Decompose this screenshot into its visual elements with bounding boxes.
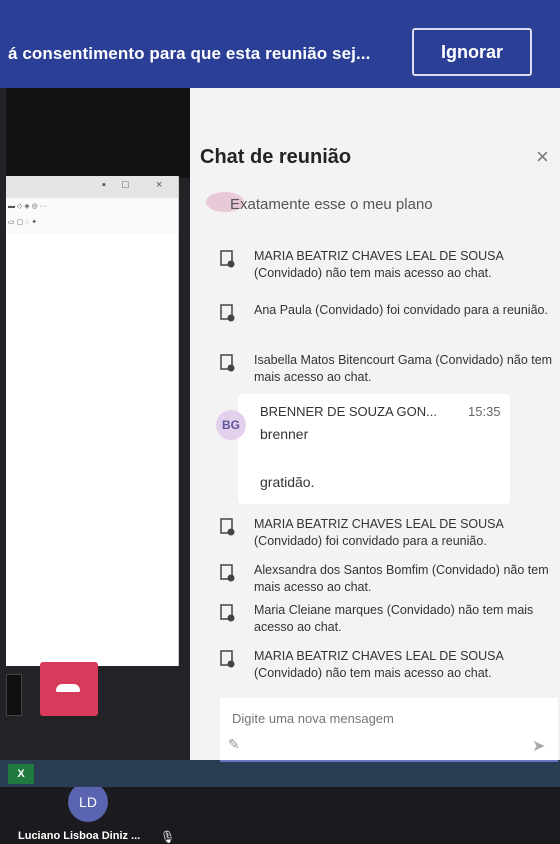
partial-message-text: Exatamente esse o meu plano — [230, 196, 433, 213]
message-input[interactable] — [230, 706, 534, 730]
document-icon — [220, 564, 235, 582]
send-icon[interactable]: ➤ — [532, 736, 545, 756]
close-icon[interactable]: × — [536, 144, 549, 170]
document-icon — [220, 604, 235, 622]
system-message-text: (Convidado) não tem mais acesso ao chat. — [254, 266, 492, 280]
system-message-name: Ana Paula (Convidado) — [254, 303, 384, 317]
participant-name: Luciano Lisboa Diniz ... — [18, 830, 141, 842]
system-message-name: MARIA BEATRIZ CHAVES LEAL DE SOUSA — [254, 517, 504, 531]
message-text: gratidão. — [260, 474, 315, 490]
message-timestamp: 15:35 — [468, 404, 501, 419]
format-icon[interactable]: ✎ — [228, 736, 240, 753]
document-icon — [220, 518, 235, 536]
system-message-name: MARIA BEATRIZ CHAVES LEAL DE SOUSA — [254, 249, 504, 263]
close-window-icon: × — [156, 179, 163, 191]
consent-banner: á consentimento para que esta reunião se… — [0, 0, 560, 88]
participant-avatar[interactable]: LD — [68, 782, 108, 822]
excel-taskbar-icon[interactable]: X — [8, 764, 34, 784]
camera-toggle[interactable] — [6, 674, 22, 716]
shared-document-page — [6, 234, 178, 666]
message-sender: BRENNER DE SOUZA GON... — [260, 404, 437, 419]
ribbon-row-1: ▬ ◇ ◈ ◎ ··· — [8, 203, 47, 210]
system-message-text: (Convidado) não tem mais acesso ao chat. — [254, 666, 492, 680]
system-message-name: Isabella Matos Bitencourt Gama — [254, 353, 432, 367]
sender-avatar[interactable]: BG — [216, 410, 246, 440]
system-message-name: Maria Cleiane marques (Convidado) — [254, 603, 455, 617]
system-message-name: MARIA BEATRIZ CHAVES LEAL DE SOUSA — [254, 649, 504, 663]
document-icon — [220, 354, 235, 372]
meeting-chat-panel: Chat de reunião × Exatamente esse o meu … — [190, 88, 560, 762]
shared-window-ribbon: ▬ ◇ ◈ ◎ ··· ▭ ▢ ◌ ✦ — [6, 198, 178, 235]
mic-muted-icon: 🎙 — [160, 830, 176, 844]
maximize-icon: □ — [122, 179, 129, 191]
dismiss-button[interactable]: Ignorar — [412, 28, 532, 76]
shared-screen-window: ▪ □ × ▬ ◇ ◈ ◎ ··· ▭ ▢ ◌ ✦ — [6, 176, 179, 666]
message-compose-box[interactable]: ✎ ➤ — [220, 698, 558, 762]
video-feed — [6, 88, 190, 178]
document-icon — [220, 304, 235, 322]
ribbon-row-2: ▭ ▢ ◌ ✦ — [8, 219, 38, 226]
system-message-text: foi convidado para a reunião. — [386, 303, 548, 317]
consent-banner-text: á consentimento para que esta reunião se… — [8, 44, 371, 63]
windows-taskbar: X — [0, 760, 560, 787]
system-message-name: Alexsandra dos Santos Bomfim — [254, 563, 429, 577]
meeting-stage: ▪ □ × ▬ ◇ ◈ ◎ ··· ▭ ▢ ◌ ✦ LD Luciano Lis… — [0, 88, 190, 844]
document-icon — [220, 650, 235, 668]
document-icon — [220, 250, 235, 268]
minimize-icon: ▪ — [102, 179, 106, 191]
system-message-text: (Convidado) foi convidado para a reunião… — [254, 534, 487, 548]
message-text: brenner — [260, 426, 309, 442]
leave-call-button[interactable] — [40, 662, 98, 716]
shared-window-titlebar: ▪ □ × — [6, 176, 178, 198]
chat-title: Chat de reunião — [200, 146, 352, 168]
phone-hangup-icon — [56, 684, 80, 692]
